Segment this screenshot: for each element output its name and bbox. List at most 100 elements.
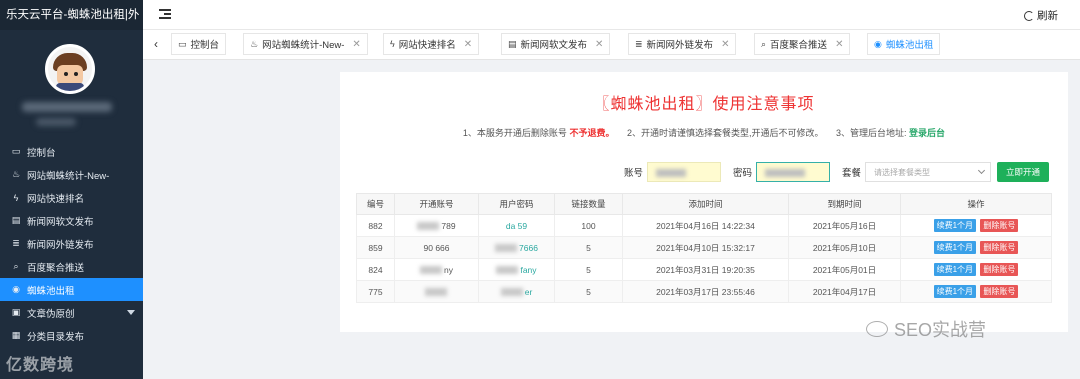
tab-fast-ranking[interactable]: ϟ 网站快速排名 ✕ [383,33,480,55]
watermark-right-text: SEO实战营 [894,320,987,340]
cell-added: 2021年03月17日 23:55:46 [622,280,789,303]
package-select[interactable]: 请选择套餐类型 [865,162,992,182]
admin-login-link[interactable]: 登录后台 [909,128,945,138]
delete-button[interactable]: 删除账号 [980,241,1019,254]
open-account-form: 账号 密码 套餐 请选择套餐类型 立即开通 [624,162,1050,182]
tab-spider-pool[interactable]: ◉ 蜘蛛池出租 [867,33,941,55]
bolt-icon: ϟ [390,39,395,49]
username-redacted [22,102,112,112]
tab-label: 百度聚合推送 [770,40,828,51]
signal-icon: ◉ [874,38,882,49]
cell-account [394,280,479,303]
cell-password: er [478,280,555,303]
sidebar-item-label: 百度聚合推送 [27,262,85,274]
refresh-button[interactable]: 刷新 [1024,8,1058,23]
signal-icon: ◉ [12,284,20,294]
accounts-table: 编号 开通账号 用户密码 链接数量 添加时间 到期时间 操作 882 789 d… [356,193,1052,303]
delete-button[interactable]: 删除账号 [980,219,1019,232]
package-placeholder: 请选择套餐类型 [874,167,931,177]
menu-toggle-icon[interactable] [159,9,171,19]
cell-expires: 2021年05月01日 [788,258,901,281]
tab-label: 网站蜘蛛统计-New- [262,40,345,51]
renew-button[interactable]: 续费1个月 [933,241,977,254]
sidebar-menu: ▭ 控制台 ♨ 网站蜘蛛统计-New- ϟ 网站快速排名 ▤ 新闻网软文发布 ≣… [0,140,143,347]
tab-label: 新闻网软文发布 [520,40,588,51]
sidebar-item-fast-ranking[interactable]: ϟ 网站快速排名 [0,186,143,209]
tab-label: 网站快速排名 [398,40,456,51]
sidebar-item-spider-stats[interactable]: ♨ 网站蜘蛛统计-New- [0,163,143,186]
newspaper-icon: ▤ [508,38,517,49]
cell-id: 775 [356,280,395,303]
tab-label: 蜘蛛池出租 [885,40,934,51]
avatar[interactable] [45,44,95,94]
cell-links: 100 [554,214,623,237]
folder-icon: ▦ [11,330,21,340]
col-added: 添加时间 [622,193,789,215]
cell-account: 90 666 [394,236,479,259]
refresh-icon [1024,10,1034,21]
top-bar: 刷新 [143,0,1080,30]
table-row: 775 er 5 2021年03月17日 23:55:46 2021年04月17… [356,280,1052,303]
sidebar-item-news-backlink[interactable]: ≣ 新闻网外链发布 [0,232,143,255]
tab-spider-stats[interactable]: ♨ 网站蜘蛛统计-New- ✕ [243,33,368,55]
main-panel: 〖蜘蛛池出租〗使用注意事项 1、本服务开通后删除账号 不予退费。 2、开通时请谨… [340,72,1068,332]
table-row: 882 789 da 59 100 2021年04月16日 14:22:34 2… [356,214,1052,237]
close-icon[interactable]: ✕ [721,39,729,50]
renew-button[interactable]: 续费1个月 [933,285,977,298]
delete-button[interactable]: 删除账号 [980,285,1019,298]
close-icon[interactable]: ✕ [352,39,360,50]
spider-icon: ♨ [250,38,259,49]
sidebar-item-spider-pool[interactable]: ◉ 蜘蛛池出租 [0,278,143,301]
col-id: 编号 [356,193,395,215]
sidebar-item-label: 新闻网软文发布 [27,216,94,228]
newspaper-icon: ▤ [11,215,21,225]
list-icon: ≣ [635,38,643,49]
sidebar-item-dashboard[interactable]: ▭ 控制台 [0,140,143,163]
table-row: 859 90 666 7666 5 2021年04月10日 15:32:17 2… [356,236,1052,259]
watermark-left: 亿数跨境 [6,357,75,374]
sidebar-item-label: 网站快速排名 [27,193,85,205]
tab-label: 控制台 [190,40,220,51]
password-input[interactable] [756,162,831,182]
watermark-right: SEO实战营 [866,316,986,342]
cell-expires: 2021年04月17日 [788,280,901,303]
dashboard-icon: ▭ [11,146,21,156]
tab-baidu-push[interactable]: ⌕ 百度聚合推送 ✕ [754,33,851,55]
account-input[interactable] [647,162,722,182]
sidebar-item-directory[interactable]: ▦ 分类目录发布 [0,324,143,347]
cell-actions: 续费1个月 删除账号 [900,214,1052,237]
delete-button[interactable]: 删除账号 [980,263,1019,276]
chevron-left-icon[interactable]: ‹ [149,37,163,51]
sidebar-item-label: 网站蜘蛛统计-New- [27,170,110,182]
tab-dashboard[interactable]: ▭ 控制台 [171,33,227,55]
cell-actions: 续费1个月 删除账号 [900,280,1052,303]
cell-password: da 59 [478,214,555,237]
open-now-button[interactable]: 立即开通 [997,162,1050,182]
cell-account: 789 [394,214,479,237]
cell-links: 5 [554,280,623,303]
renew-button[interactable]: 续费1个月 [933,219,977,232]
renew-button[interactable]: 续费1个月 [933,263,977,276]
spider-icon: ♨ [11,169,21,179]
package-label: 套餐 [842,168,862,179]
close-icon[interactable]: ✕ [835,39,843,50]
cell-expires: 2021年05月16日 [788,214,901,237]
cell-links: 5 [554,236,623,259]
tab-news-article[interactable]: ▤ 新闻网软文发布 ✕ [501,33,611,55]
cell-password: 7666 [478,236,555,259]
tab-bar: ‹ ▭ 控制台 ♨ 网站蜘蛛统计-New- ✕ ϟ 网站快速排名 ✕ ▤ 新闻网… [143,30,1080,60]
close-icon[interactable]: ✕ [464,39,472,50]
notice-item-1: 1、本服务开通后删除账号 [462,128,567,138]
cell-added: 2021年03月31日 19:20:35 [622,258,789,281]
dashboard-icon: ▭ [178,38,187,49]
sidebar-item-article-rewrite[interactable]: ▣ 文章伪原创 [0,301,143,324]
sidebar-item-label: 文章伪原创 [27,308,75,320]
sidebar-item-news-article[interactable]: ▤ 新闻网软文发布 [0,209,143,232]
sidebar-item-baidu-push[interactable]: ⌕ 百度聚合推送 [0,255,143,278]
tab-news-backlink[interactable]: ≣ 新闻网外链发布 ✕ [628,33,737,55]
close-icon[interactable]: ✕ [595,39,603,50]
sidebar-item-label: 控制台 [27,147,56,159]
cell-added: 2021年04月10日 15:32:17 [622,236,789,259]
cell-expires: 2021年05月10日 [788,236,901,259]
cell-added: 2021年04月16日 14:22:34 [622,214,789,237]
